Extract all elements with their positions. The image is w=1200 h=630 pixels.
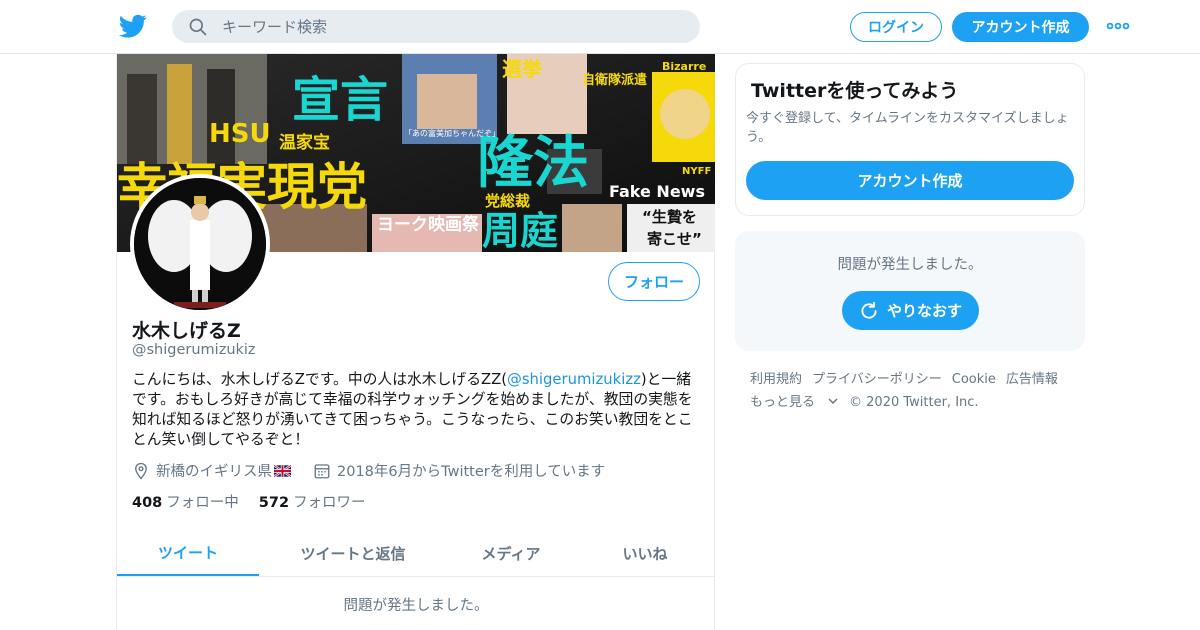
followers-stat[interactable]: 572 フォロワー: [259, 491, 366, 512]
footer-links: 利用規約 プライバシーポリシー Cookie 広告情報 もっと見る © 2020 Twi…: [750, 368, 1080, 414]
banner-text: 選挙: [502, 57, 543, 81]
refresh-icon: [861, 301, 877, 319]
footer-link-terms[interactable]: 利用規約: [750, 372, 802, 387]
banner-text: 自衛隊派遣: [582, 72, 647, 88]
banner-text: 党総裁: [485, 192, 530, 210]
banner-text: NYFF: [682, 166, 711, 177]
following-stat[interactable]: 408 フォロー中: [132, 491, 239, 512]
sidebar-error-message: 問題が発生しました。: [837, 257, 983, 273]
signup-button[interactable]: アカウント作成: [952, 12, 1089, 42]
chevron-down-icon: [828, 398, 838, 405]
banner-text: 「あの富美加ちゃんだぞ」: [404, 128, 500, 138]
followers-label: フォロワー: [293, 495, 366, 511]
profile-column: 宣言 HSU 温家宝 幸福実現党 隆法 党総裁 周庭 選挙 自衛隊派遣 Biza…: [116, 54, 715, 630]
more-dots-icon[interactable]: [1106, 18, 1130, 34]
profile-tabs: ツイート ツイートと返信 メディア いいね: [117, 530, 715, 577]
bio-text: こんにちは、水木しげるZです。中の人は水木しげるZZ(: [132, 371, 508, 388]
sidebar-error-card: 問題が発生しました。 やりなおす: [735, 231, 1085, 351]
profile-stats: 408 フォロー中 572 フォロワー: [132, 491, 386, 512]
banner-text: HSU: [209, 119, 271, 149]
uk-flag-icon: [274, 464, 291, 477]
follow-button[interactable]: フォロー: [608, 262, 700, 301]
signup-card-text: 今すぐ登録して、タイムラインをカスタマイズしましょう。: [746, 111, 1069, 145]
top-navigation-bar: ログイン アカウント作成: [0, 0, 1200, 54]
avatar-image: [134, 178, 266, 310]
banner-text: ヨーク映画祭: [377, 214, 480, 235]
tab-tweets-and-replies[interactable]: ツイートと返信: [259, 530, 447, 576]
banner-text: “生贄を: [642, 208, 697, 226]
footer-link-cookie[interactable]: Cookie: [952, 372, 996, 387]
profile-avatar[interactable]: [130, 174, 270, 314]
location-pin-icon: [135, 462, 147, 480]
profile-location: 新橋のイギリス県: [156, 464, 272, 480]
profile-name: 水木しげるZ: [132, 320, 241, 342]
banner-text: 寄こせ”: [647, 230, 702, 248]
tab-likes[interactable]: いいね: [575, 530, 715, 576]
search-icon: [189, 18, 207, 36]
retry-button[interactable]: やりなおす: [842, 291, 979, 330]
footer-link-ads[interactable]: 広告情報: [1006, 372, 1058, 387]
profile-meta: 新橋のイギリス県 2018年6月からTwitterを利用しています: [132, 460, 605, 481]
profile-bio: こんにちは、水木しげるZです。中の人は水木しげるZZ(@shigerumizuk…: [132, 370, 702, 450]
following-label: フォロー中: [166, 495, 239, 511]
signup-card-title: Twitterを使ってみよう: [751, 80, 959, 102]
banner-text: Bizarre: [662, 60, 706, 73]
banner-text: 隆法: [477, 131, 589, 196]
timeline-error-message: 問題が発生しました。: [343, 598, 489, 614]
banner-text: Fake News: [609, 182, 705, 201]
tab-tweets[interactable]: ツイート: [117, 530, 259, 576]
banner-text: 宣言: [292, 72, 388, 128]
bio-mention-link[interactable]: @shigerumizukizz: [507, 371, 641, 388]
profile-joined-date: 2018年6月からTwitterを利用しています: [337, 464, 606, 480]
create-account-button[interactable]: アカウント作成: [746, 161, 1074, 200]
footer-more-label: もっと見る: [750, 395, 816, 410]
signup-promo-card: Twitterを使ってみよう 今すぐ登録して、タイムラインをカスタマイズしましょ…: [735, 63, 1085, 216]
tab-media[interactable]: メディア: [447, 530, 575, 576]
followers-count: 572: [258, 495, 290, 511]
retry-label: やりなおす: [886, 302, 962, 320]
footer-copyright: © 2020 Twitter, Inc.: [849, 395, 979, 410]
footer-link-more[interactable]: もっと見る: [750, 395, 839, 410]
calendar-icon: [314, 463, 330, 478]
twitter-bird-icon[interactable]: [119, 12, 147, 40]
login-button[interactable]: ログイン: [850, 12, 942, 42]
following-count: 408: [132, 495, 163, 511]
search-input[interactable]: [222, 10, 682, 43]
search-box[interactable]: [172, 10, 700, 43]
footer-link-privacy[interactable]: プライバシーポリシー: [812, 372, 942, 387]
banner-text: 周庭: [482, 209, 558, 252]
profile-handle[interactable]: @shigerumizukiz: [132, 342, 256, 358]
banner-text: 温家宝: [279, 132, 330, 153]
